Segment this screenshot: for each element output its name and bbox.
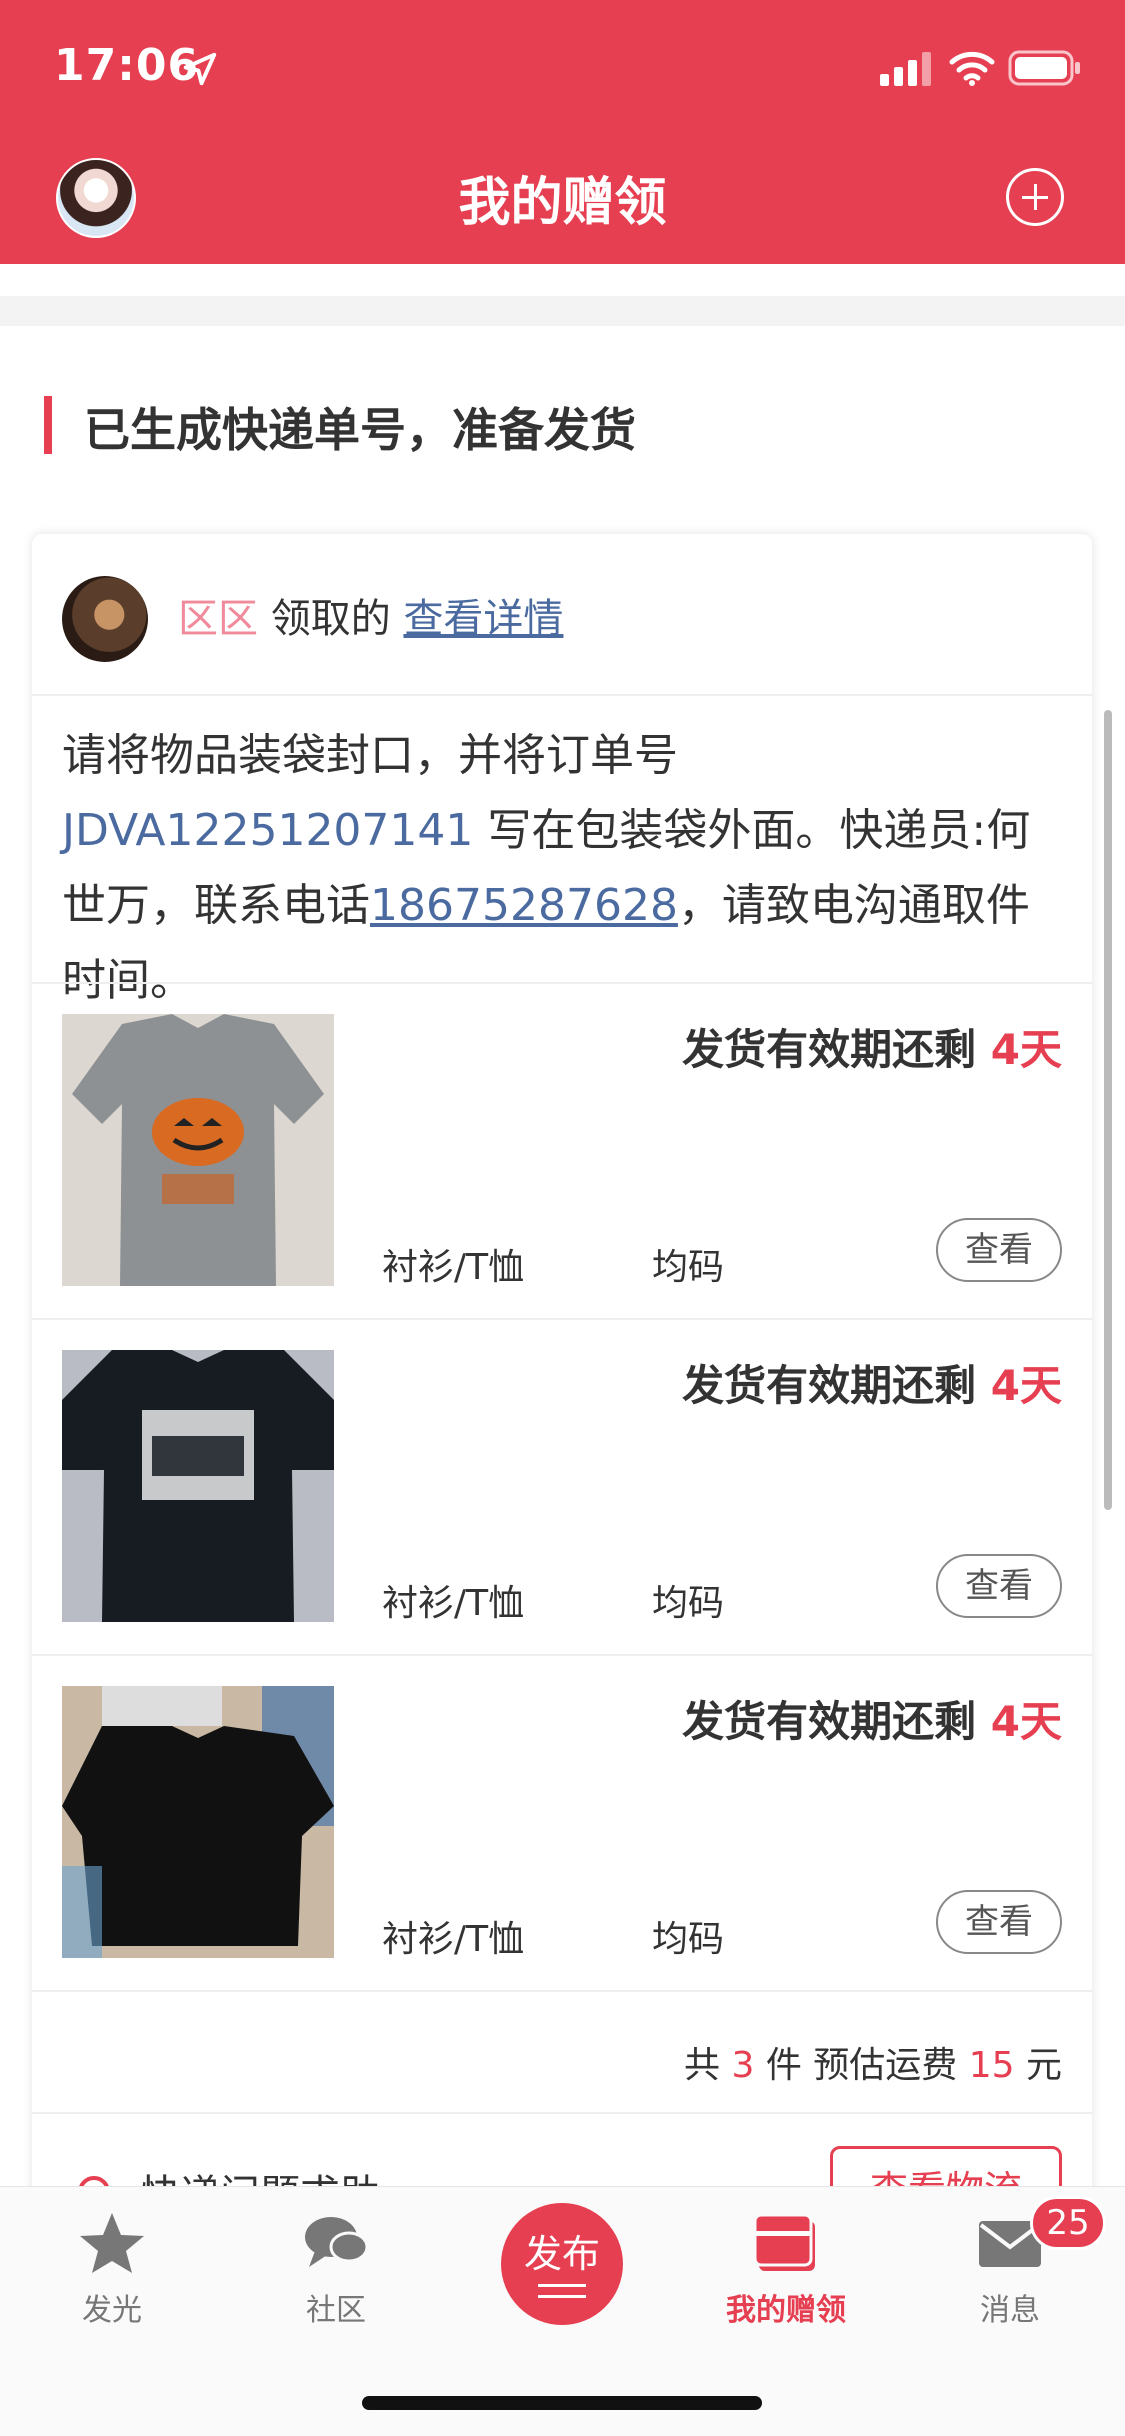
receiver-line: 区区 领取的 查看详情 [178,586,563,644]
courier-phone-link[interactable]: 18675287628 [370,880,678,931]
deadline-days: 4天 [990,1697,1062,1746]
item-size: 均码 [652,1247,725,1288]
app-header: 17:06 我的赠领 [0,0,1125,264]
tab-label: 社区 [306,2293,366,2328]
tab-my-gifts[interactable]: 我的赠领 [696,2211,876,2329]
section-title: 已生成快递单号，准备发货 [84,403,636,457]
status-time: 17:06 [54,40,200,91]
tab-label: 消息 [980,2293,1040,2328]
add-button[interactable] [1006,168,1064,226]
deadline-days: 4天 [990,1025,1062,1074]
list-item[interactable]: 发货有效期还剩 4天 衬衫/T恤 均码 查看 [32,1320,1092,1656]
order-summary: 共 3 件 预估运费 15 元 [32,1994,1092,2114]
publish-label: 发布 [523,2232,600,2276]
section-divider [0,296,1125,326]
deadline-label: 发货有效期还剩 [682,1025,977,1074]
page-title: 我的赠领 [458,173,667,233]
publish-button[interactable]: 发布 [501,2203,623,2325]
tab-label: 我的赠领 [726,2293,846,2328]
item-photo [62,1350,334,1622]
section-accent-bar [44,396,52,454]
list-item[interactable]: 发货有效期还剩 4天 衬衫/T恤 均码 查看 [32,1656,1092,1992]
tab-glow[interactable]: 发光 [22,2211,202,2329]
item-photo [62,1686,334,1958]
action-text: 领取的 [270,596,391,642]
shipment-card: 区区 领取的 查看详情 请将物品装袋封口，并将订单号 JDVA122512071… [32,534,1092,2294]
chat-icon [305,2217,369,2267]
home-indicator[interactable] [362,2396,762,2410]
wifi-icon [949,51,995,86]
status-bar: 17:06 [0,0,1125,132]
cellular-signal-icon [880,52,931,86]
shipping-notice: 请将物品装袋封口，并将订单号 JDVA12251207141 写在包装袋外面。快… [62,718,1062,1018]
receiver-name[interactable]: 区区 [178,596,258,642]
view-item-button[interactable]: 查看 [936,1890,1062,1954]
card-header: 区区 领取的 查看详情 [32,534,1092,696]
deadline-label: 发货有效期还剩 [682,1361,977,1410]
receiver-avatar[interactable] [62,576,148,662]
deadline-days: 4天 [990,1361,1062,1410]
tab-label: 发光 [82,2293,142,2328]
ship-deadline: 发货有效期还剩 4天 [682,1352,1062,1413]
item-count: 3 [731,2045,755,2086]
summary-prefix: 共 [683,2045,720,2086]
battery-icon [1008,50,1080,86]
notice-text-1: 请将物品装袋封口，并将订单号 [62,730,678,781]
summary-mid: 件 预估运费 [765,2045,958,2086]
scrollbar[interactable] [1104,710,1112,1510]
item-photo [62,1014,334,1286]
item-size: 均码 [652,1583,725,1624]
item-category: 衬衫/T恤 [382,1919,525,1960]
view-item-button[interactable]: 查看 [936,1218,1062,1282]
item-size: 均码 [652,1919,725,1960]
deadline-label: 发货有效期还剩 [682,1697,977,1746]
tab-community[interactable]: 社区 [246,2211,426,2329]
view-detail-link[interactable]: 查看详情 [403,596,563,642]
item-category: 衬衫/T恤 [382,1583,525,1624]
summary-text: 共 3 件 预估运费 15 元 [684,2036,1062,2088]
shipping-fee: 15 [968,2045,1015,2086]
view-item-button[interactable]: 查看 [936,1554,1062,1618]
gift-box-icon [753,2213,815,2271]
location-arrow-icon [183,52,217,86]
ship-deadline: 发货有效期还剩 4天 [682,1688,1062,1749]
ship-deadline: 发货有效期还剩 4天 [682,1016,1062,1077]
item-category: 衬衫/T恤 [382,1247,525,1288]
menu-lines-icon [538,2284,586,2298]
order-code: JDVA12251207141 [62,805,474,856]
star-icon [80,2213,144,2273]
list-item[interactable]: 发货有效期还剩 4天 衬衫/T恤 均码 查看 [32,984,1092,1320]
message-count-badge: 25 [1030,2196,1106,2250]
summary-suffix: 元 [1025,2045,1062,2086]
